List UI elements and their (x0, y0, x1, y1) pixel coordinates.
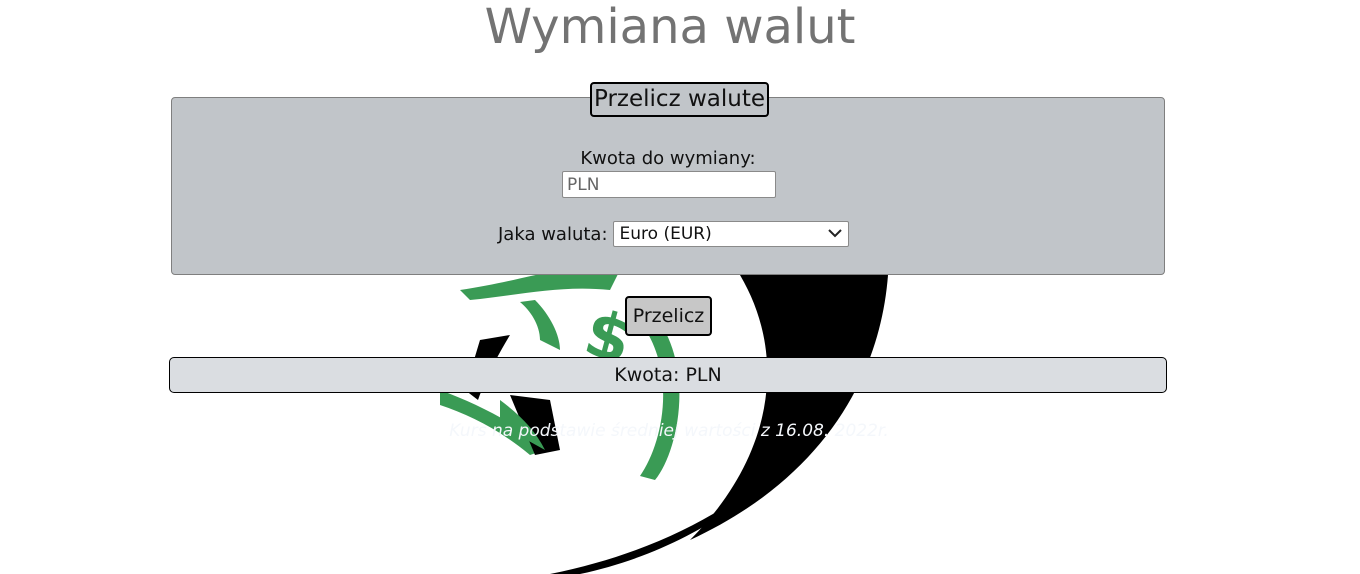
logo-green-bill-left (520, 300, 560, 350)
page: $ Wymiana walut Przelicz walute Kwota do… (0, 0, 1360, 574)
money-logo-icon: $ (440, 267, 888, 574)
logo-black-fill (690, 275, 888, 540)
currency-row: Jaka waluta: Euro (EUR) (498, 221, 849, 247)
page-title: Wymiana walut (484, 0, 856, 55)
amount-input[interactable] (562, 171, 776, 198)
currency-selected-value: Euro (EUR) (619, 224, 712, 244)
converter-legend: Przelicz walute (590, 82, 769, 117)
exchange-rate-note: Kurs na podstawie średniej wartości z 16… (449, 421, 889, 441)
result-display: Kwota: PLN (169, 357, 1167, 393)
currency-select[interactable]: Euro (EUR) (612, 221, 849, 247)
currency-label: Jaka waluta: (498, 223, 608, 245)
amount-label: Kwota do wymiany: (580, 148, 756, 169)
convert-button[interactable]: Przelicz (625, 296, 712, 336)
chevron-down-icon (827, 226, 842, 242)
